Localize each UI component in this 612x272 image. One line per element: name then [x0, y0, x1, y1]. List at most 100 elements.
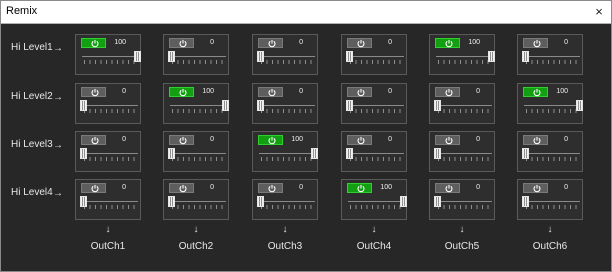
slider-thumb[interactable]: [80, 100, 87, 111]
power-toggle-button[interactable]: [347, 183, 372, 193]
power-toggle-button[interactable]: [435, 87, 460, 97]
power-toggle-button[interactable]: [523, 38, 548, 48]
slider-thumb[interactable]: [522, 196, 529, 207]
level-value: 0: [476, 88, 480, 95]
slider-track[interactable]: [436, 201, 492, 202]
power-toggle-button[interactable]: [435, 183, 460, 193]
slider-thumb[interactable]: [576, 100, 583, 111]
slider-thumb[interactable]: [257, 196, 264, 207]
slider-track[interactable]: [436, 153, 492, 154]
power-toggle-button[interactable]: [169, 87, 194, 97]
slider-ticks: [172, 60, 224, 64]
slider-track[interactable]: [170, 105, 226, 106]
level-value: 0: [210, 39, 214, 46]
slider-thumb[interactable]: [80, 148, 87, 159]
slider-thumb[interactable]: [522, 51, 529, 62]
power-toggle-button[interactable]: [523, 183, 548, 193]
slider-track[interactable]: [82, 153, 138, 154]
slider-thumb[interactable]: [434, 148, 441, 159]
level-value: 0: [476, 136, 480, 143]
slider-track[interactable]: [348, 56, 404, 57]
slider-track[interactable]: [170, 153, 226, 154]
power-toggle-button[interactable]: [523, 87, 548, 97]
slider-track[interactable]: [170, 56, 226, 57]
slider-thumb[interactable]: [400, 196, 407, 207]
slider-thumb[interactable]: [346, 148, 353, 159]
slider-track[interactable]: [348, 153, 404, 154]
output-arrow-4: ↓: [371, 224, 377, 235]
power-icon: [445, 39, 453, 48]
output-label-5: OutCh5: [444, 241, 480, 252]
slider-ticks: [172, 205, 224, 209]
slider-ticks: [84, 109, 136, 113]
power-toggle-button[interactable]: [258, 38, 283, 48]
mix-cell: 0: [429, 83, 495, 124]
row-arrow-2: →: [53, 92, 63, 103]
slider-thumb[interactable]: [222, 100, 229, 111]
power-toggle-button[interactable]: [435, 135, 460, 145]
slider-thumb[interactable]: [488, 51, 495, 62]
slider-track[interactable]: [524, 153, 580, 154]
slider-thumb[interactable]: [80, 196, 87, 207]
mix-cell: 0: [517, 131, 583, 172]
power-icon: [91, 136, 99, 145]
slider-track[interactable]: [436, 105, 492, 106]
power-toggle-button[interactable]: [81, 183, 106, 193]
power-toggle-button[interactable]: [435, 38, 460, 48]
power-icon: [357, 88, 365, 97]
slider-thumb[interactable]: [311, 148, 318, 159]
mix-cell: 100: [75, 34, 141, 75]
slider-track[interactable]: [170, 201, 226, 202]
mix-cell: 0: [163, 179, 229, 220]
power-toggle-button[interactable]: [347, 38, 372, 48]
level-value: 0: [299, 184, 303, 191]
power-icon: [91, 88, 99, 97]
slider-thumb[interactable]: [257, 51, 264, 62]
close-icon[interactable]: ×: [589, 2, 609, 22]
power-icon: [533, 39, 541, 48]
power-toggle-button[interactable]: [81, 87, 106, 97]
slider-track[interactable]: [348, 201, 404, 202]
slider-track[interactable]: [524, 56, 580, 57]
slider-track[interactable]: [524, 201, 580, 202]
slider-thumb[interactable]: [257, 100, 264, 111]
slider-track[interactable]: [259, 201, 315, 202]
power-toggle-button[interactable]: [258, 135, 283, 145]
power-toggle-button[interactable]: [258, 183, 283, 193]
power-toggle-button[interactable]: [169, 183, 194, 193]
power-toggle-button[interactable]: [81, 38, 106, 48]
slider-track[interactable]: [82, 105, 138, 106]
slider-track[interactable]: [259, 56, 315, 57]
mix-cell: 0: [252, 179, 318, 220]
power-toggle-button[interactable]: [169, 135, 194, 145]
power-toggle-button[interactable]: [347, 135, 372, 145]
slider-track[interactable]: [436, 56, 492, 57]
power-toggle-button[interactable]: [347, 87, 372, 97]
power-toggle-button[interactable]: [523, 135, 548, 145]
slider-thumb[interactable]: [168, 51, 175, 62]
slider-track[interactable]: [82, 56, 138, 57]
output-label-6: OutCh6: [532, 241, 568, 252]
mix-cell: 100: [252, 131, 318, 172]
slider-thumb[interactable]: [434, 100, 441, 111]
power-toggle-button[interactable]: [258, 87, 283, 97]
power-toggle-button[interactable]: [169, 38, 194, 48]
slider-thumb[interactable]: [522, 148, 529, 159]
slider-track[interactable]: [348, 105, 404, 106]
slider-track[interactable]: [524, 105, 580, 106]
slider-track[interactable]: [259, 105, 315, 106]
slider-thumb[interactable]: [434, 196, 441, 207]
slider-thumb[interactable]: [168, 148, 175, 159]
output-arrow-1: ↓: [105, 224, 111, 235]
level-value: 100: [114, 39, 126, 46]
mix-cell: 0: [429, 131, 495, 172]
slider-ticks: [84, 157, 136, 161]
slider-thumb[interactable]: [134, 51, 141, 62]
slider-thumb[interactable]: [346, 51, 353, 62]
power-toggle-button[interactable]: [81, 135, 106, 145]
slider-track[interactable]: [259, 153, 315, 154]
slider-thumb[interactable]: [168, 196, 175, 207]
slider-thumb[interactable]: [346, 100, 353, 111]
slider-track[interactable]: [82, 201, 138, 202]
remix-window: Remix × Hi Level1 → Hi Level2 → Hi Level3 → Hi…: [0, 0, 612, 272]
